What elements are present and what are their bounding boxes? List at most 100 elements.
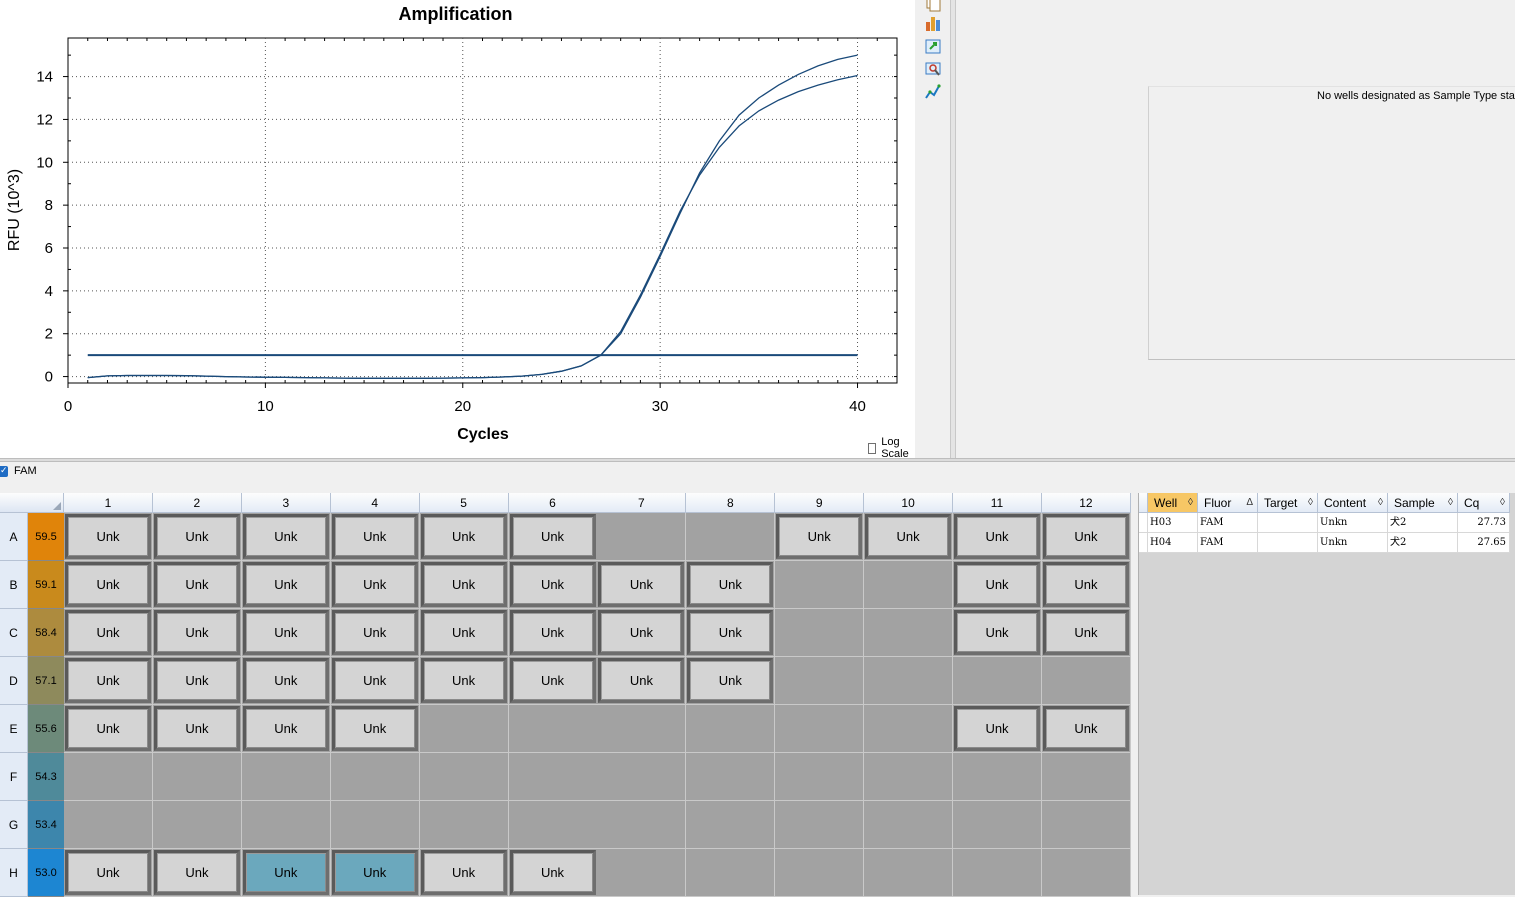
well-G3[interactable]: [241, 801, 331, 849]
well-E2[interactable]: Unk: [152, 705, 242, 753]
well-F10[interactable]: [864, 753, 954, 801]
chart-settings-icon[interactable]: [924, 14, 942, 32]
well-F8[interactable]: [686, 753, 776, 801]
column-header-2[interactable]: 2: [152, 493, 242, 513]
well-A2[interactable]: Unk: [152, 513, 242, 561]
column-header-1[interactable]: 1: [64, 493, 153, 513]
export-icon[interactable]: [924, 37, 942, 55]
well-A9[interactable]: Unk: [775, 513, 865, 561]
column-header-3[interactable]: 3: [241, 493, 331, 513]
well-D2[interactable]: Unk: [152, 657, 242, 705]
well-E8[interactable]: [686, 705, 776, 753]
well-H10[interactable]: [864, 849, 954, 897]
results-cell-cq[interactable]: 27.73: [1458, 513, 1510, 533]
well-D1[interactable]: Unk: [64, 657, 153, 705]
well-A6[interactable]: Unk: [508, 513, 598, 561]
copy-icon[interactable]: [924, 0, 942, 12]
well-E4[interactable]: Unk: [330, 705, 420, 753]
results-cell-sample[interactable]: 犬2: [1388, 513, 1458, 533]
well-C10[interactable]: [864, 609, 954, 657]
results-cell-fluor[interactable]: FAM: [1198, 533, 1258, 553]
results-cell-target[interactable]: [1258, 533, 1318, 553]
results-corner[interactable]: [1139, 493, 1148, 513]
well-B3[interactable]: Unk: [241, 561, 331, 609]
row-header-G[interactable]: G: [0, 801, 28, 849]
results-cell-content[interactable]: Unkn: [1318, 533, 1388, 553]
well-D5[interactable]: Unk: [419, 657, 509, 705]
well-D8[interactable]: Unk: [686, 657, 776, 705]
well-B9[interactable]: [775, 561, 865, 609]
column-header-7[interactable]: 7: [597, 493, 687, 513]
well-G6[interactable]: [508, 801, 598, 849]
results-cell-sample[interactable]: 犬2: [1388, 533, 1458, 553]
well-G1[interactable]: [64, 801, 153, 849]
well-B1[interactable]: Unk: [64, 561, 153, 609]
results-cell-cq[interactable]: 27.65: [1458, 533, 1510, 553]
column-header-4[interactable]: 4: [330, 493, 420, 513]
sort-icon[interactable]: ◊: [1378, 493, 1383, 513]
well-B8[interactable]: Unk: [686, 561, 776, 609]
results-header-well[interactable]: Well ◊: [1148, 493, 1198, 513]
well-D12[interactable]: [1041, 657, 1131, 705]
well-G7[interactable]: [597, 801, 687, 849]
well-H6[interactable]: Unk: [508, 849, 598, 897]
well-G8[interactable]: [686, 801, 776, 849]
results-cell-fluor[interactable]: FAM: [1198, 513, 1258, 533]
well-H4[interactable]: Unk: [330, 849, 420, 897]
row-header-D[interactable]: D: [0, 657, 28, 705]
well-C12[interactable]: Unk: [1041, 609, 1131, 657]
sort-icon[interactable]: ◊: [1308, 493, 1313, 513]
well-H8[interactable]: [686, 849, 776, 897]
well-F5[interactable]: [419, 753, 509, 801]
column-header-10[interactable]: 10: [864, 493, 954, 513]
well-A11[interactable]: Unk: [953, 513, 1042, 561]
well-B12[interactable]: Unk: [1041, 561, 1131, 609]
well-C2[interactable]: Unk: [152, 609, 242, 657]
well-B2[interactable]: Unk: [152, 561, 242, 609]
row-header-F[interactable]: F: [0, 753, 28, 801]
well-D10[interactable]: [864, 657, 954, 705]
well-H11[interactable]: [953, 849, 1042, 897]
well-H9[interactable]: [775, 849, 865, 897]
well-C7[interactable]: Unk: [597, 609, 687, 657]
column-header-9[interactable]: 9: [775, 493, 865, 513]
well-A12[interactable]: Unk: [1041, 513, 1131, 561]
well-E3[interactable]: Unk: [241, 705, 331, 753]
well-F4[interactable]: [330, 753, 420, 801]
well-D11[interactable]: [953, 657, 1042, 705]
well-D7[interactable]: Unk: [597, 657, 687, 705]
well-F7[interactable]: [597, 753, 687, 801]
well-D9[interactable]: [775, 657, 865, 705]
results-cell-well[interactable]: H03: [1148, 513, 1198, 533]
row-header-H[interactable]: H: [0, 849, 28, 897]
well-H3[interactable]: Unk: [241, 849, 331, 897]
well-H7[interactable]: [597, 849, 687, 897]
results-cell-well[interactable]: H04: [1148, 533, 1198, 553]
well-F1[interactable]: [64, 753, 153, 801]
results-row-selector[interactable]: [1139, 533, 1148, 553]
column-header-8[interactable]: 8: [686, 493, 776, 513]
well-E12[interactable]: Unk: [1041, 705, 1131, 753]
sort-icon[interactable]: Δ: [1246, 493, 1253, 513]
well-B5[interactable]: Unk: [419, 561, 509, 609]
sort-icon[interactable]: ◊: [1448, 493, 1453, 513]
well-B10[interactable]: [864, 561, 954, 609]
results-cell-target[interactable]: [1258, 513, 1318, 533]
trace-styles-icon[interactable]: [924, 83, 942, 101]
well-E11[interactable]: Unk: [953, 705, 1042, 753]
well-C3[interactable]: Unk: [241, 609, 331, 657]
plate-select-all-corner[interactable]: [0, 493, 64, 513]
results-cell-content[interactable]: Unkn: [1318, 513, 1388, 533]
results-header-sample[interactable]: Sample ◊: [1388, 493, 1458, 513]
well-C6[interactable]: Unk: [508, 609, 598, 657]
well-F9[interactable]: [775, 753, 865, 801]
well-H2[interactable]: Unk: [152, 849, 242, 897]
well-A3[interactable]: Unk: [241, 513, 331, 561]
well-G12[interactable]: [1041, 801, 1131, 849]
well-B11[interactable]: Unk: [953, 561, 1042, 609]
well-F12[interactable]: [1041, 753, 1131, 801]
well-D4[interactable]: Unk: [330, 657, 420, 705]
row-header-E[interactable]: E: [0, 705, 28, 753]
row-header-C[interactable]: C: [0, 609, 28, 657]
well-D6[interactable]: Unk: [508, 657, 598, 705]
